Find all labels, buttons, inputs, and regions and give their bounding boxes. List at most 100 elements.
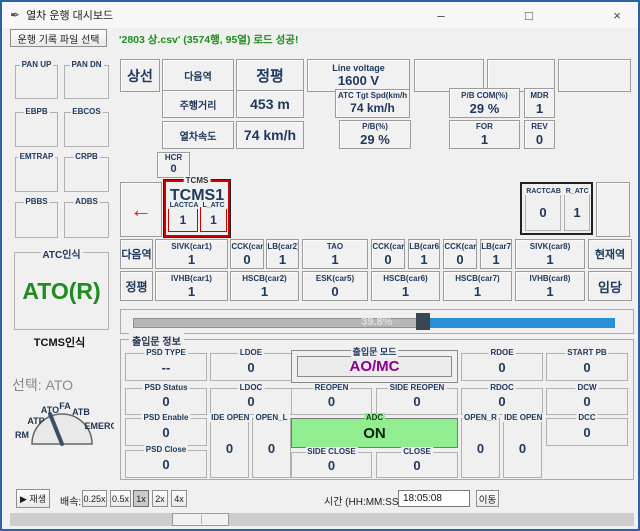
time-input[interactable] [398,490,470,507]
side-close-cell: SIDE CLOSE0 [291,452,372,478]
speed-button-4x[interactable]: 4x [171,490,187,507]
open-r-cell: OPEN_R0 [461,418,500,478]
scrollbar-thumb-grip [201,515,202,524]
door-mode-value: AO/MC [297,356,452,377]
horizontal-scrollbar[interactable] [10,513,634,526]
for-value: 1 [481,132,488,147]
rdoc-cell: RDOC0 [461,388,543,415]
speed-button-2x[interactable]: 2x [152,490,168,507]
table-cell: SIVK(car8)1 [515,239,585,269]
rowB-left-label: 정평 [120,271,153,301]
line-voltage-label: Line voltage [332,63,385,73]
hcr-label: HCR [165,153,182,162]
dcc-cell: DCC0 [546,418,628,446]
atc-recognition-group: ATC인식 ATO(R) [14,252,109,330]
left-arrow-icon: ← [130,197,152,223]
table-cell: SIVK(car1)1 [155,239,228,269]
atc-mode-value: ATO(R) [15,253,108,329]
mdr-cell: MDR 1 [524,88,555,118]
distance-value-cell: 453 m [236,90,304,118]
door-mode-cell: 출입문 모드 AO/MC [291,350,458,383]
pb-com-label: P/B COM(%) [461,91,508,101]
table-cell: LB(car7)1 [480,239,512,269]
distance-label-cell: 주행거리 [162,90,234,118]
minimize-button[interactable]: – [426,4,456,26]
gauge-label-rm: RM [15,430,29,440]
table-cell: HSCB(car7)1 [443,271,512,301]
r-atc-label: R_ATC [564,188,590,195]
rowB-right-label: 임당 [588,271,632,301]
window-title: 열차 운행 대시보드 [26,7,113,23]
ldoe-cell: LDOE0 [210,353,292,381]
speed-button-1x[interactable]: 1x [133,490,149,507]
side-reopen-cell: SIDE REOPEN0 [376,388,458,415]
close-cell: CLOSE0 [376,452,458,478]
r-atc-cell: R_ATC 1 [564,193,590,231]
mode-gauge: RM ATP ATO FA ATB EMERG [2,397,114,482]
empty-cell [596,182,630,237]
line-voltage-cell: Line voltage 1600 V [307,59,410,92]
close-button[interactable]: × [602,4,632,26]
ractcab-label: RACTCAB [524,188,561,195]
reopen-cell: REOPEN0 [291,388,372,415]
tcms-group-title: TCMS [184,176,211,185]
mdr-label: MDR [530,91,548,101]
tcms-group: TCMS TCMS1 LACTCAB 1 L_ATC 1 [164,180,230,237]
tcms-selection-text: 선택: ATO [12,375,111,395]
indicator-pan-up: PAN UP [15,65,58,99]
gauge-label-ato: ATO [41,405,59,415]
ldoc-cell: LDOC0 [210,388,292,415]
speed-button-025x[interactable]: 0.25x [82,490,107,507]
right-cab-group: RACTCAB 0 R_ATC 1 [520,182,593,235]
r-atc-value: 1 [573,205,580,220]
dcw-cell: DCW0 [546,388,628,415]
table-cell: IVHB(car8)1 [515,271,585,301]
empty-cell [558,59,631,92]
atc-target-speed-value: 74 km/h [350,101,395,116]
next-station-label-cell: 다음역 [162,59,234,92]
table-cell: TAO1 [302,239,368,269]
train-dashboard-window: ✒ 열차 운행 대시보드 – □ × 운행 기록 파일 선택 '2803 상.c… [0,0,640,531]
atc-target-speed-label: ATC Tgt Spd(km/h [338,91,407,101]
pb-com-value: 29 % [470,101,500,116]
psd-close-cell: PSD Close0 [125,450,207,478]
side-open-l-cell: IDE OPEN_0 [210,418,249,478]
hcr-cell: HCR 0 [157,152,190,178]
train-speed-label-cell: 열차속도 [162,121,234,149]
start-pb-cell: START PB0 [546,353,628,381]
ractcab-value: 0 [539,205,546,220]
psd-status-cell: PSD Status0 [125,388,207,415]
l-atc-label: L_ATC [200,202,226,209]
time-label: 시간 (HH:MM:SS): [324,493,405,508]
for-label: FOR [476,122,493,132]
psd-type-cell: PSD TYPE-- [125,353,207,381]
progress-percent-text: 39.8% [121,316,633,328]
rev-label: REV [531,122,547,132]
gauge-label-atp: ATP [27,416,44,426]
table-cell: ESK(car5)0 [302,271,368,301]
side-open-r-cell: IDE OPEN_0 [503,418,542,478]
scrollbar-thumb[interactable] [172,513,229,526]
adc-cell: ADC ON [291,418,458,448]
lactcab-value: 1 [180,213,187,227]
direction-arrow-cell: ← [120,182,162,237]
table-cell: CCK(car6)0 [371,239,405,269]
lactcab-cell: LACTCAB 1 [168,207,198,232]
speed-button-05x[interactable]: 0.5x [110,490,131,507]
timeline-slider[interactable]: 39.8% [120,309,634,334]
psd-enable-cell: PSD Enable0 [125,418,207,446]
hcr-value: 0 [170,162,176,177]
select-file-button[interactable]: 운행 기록 파일 선택 [10,29,107,47]
adc-label: ADC [364,413,385,422]
indicator-pbbs: PBBS [15,202,58,238]
mdr-value: 1 [536,101,543,116]
indicator-pan-dn: PAN DN [64,65,109,99]
door-mode-label: 출입문 모드 [351,345,399,358]
play-button[interactable]: ▶ 재생 [16,489,50,508]
pb-com-cell: P/B COM(%) 29 % [449,88,520,118]
adc-value: ON [363,425,386,442]
go-button[interactable]: 이동 [476,490,499,507]
maximize-button[interactable]: □ [514,4,544,26]
table-cell: CCK(car7)0 [443,239,477,269]
for-cell: FOR 1 [449,120,520,149]
